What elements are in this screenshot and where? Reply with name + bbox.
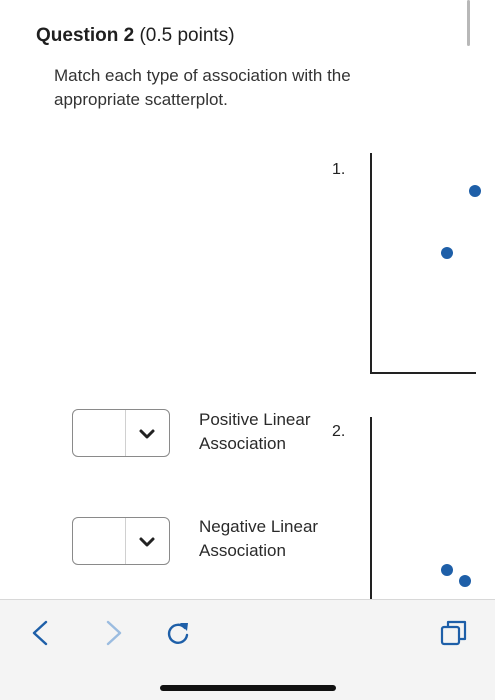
question-points: (0.5 points) (139, 25, 235, 46)
chevron-down-icon (139, 429, 155, 439)
chevron-down-icon (139, 537, 155, 547)
chevron-left-icon[interactable] (28, 618, 52, 648)
quiz-page: Question 2 (0.5 points) Match each type … (0, 0, 495, 700)
data-point (441, 564, 453, 576)
match-select-2[interactable] (72, 517, 170, 565)
select-divider (125, 518, 126, 564)
match-label-2: Negative Linear Association (199, 517, 319, 560)
home-indicator (160, 685, 336, 691)
chevron-right-icon[interactable] (102, 618, 126, 648)
question-prompt: Match each type of association with the … (54, 66, 351, 109)
y-axis (370, 417, 372, 601)
plot-number: 1. (332, 161, 346, 178)
data-point (469, 185, 481, 197)
question-label: Question 2 (36, 25, 135, 46)
y-axis (370, 153, 372, 373)
select-divider (125, 410, 126, 456)
data-point (441, 247, 453, 259)
tabs-icon[interactable] (438, 617, 470, 649)
x-axis (370, 372, 476, 374)
match-label-1: Positive Linear Association (199, 410, 311, 453)
scroll-indicator (467, 0, 470, 46)
match-select-1[interactable] (72, 409, 170, 457)
reload-icon[interactable] (163, 618, 193, 648)
plot-number: 2. (332, 423, 346, 440)
question-title: Question 2 (0.5 points) (36, 25, 235, 47)
data-point (459, 575, 471, 587)
